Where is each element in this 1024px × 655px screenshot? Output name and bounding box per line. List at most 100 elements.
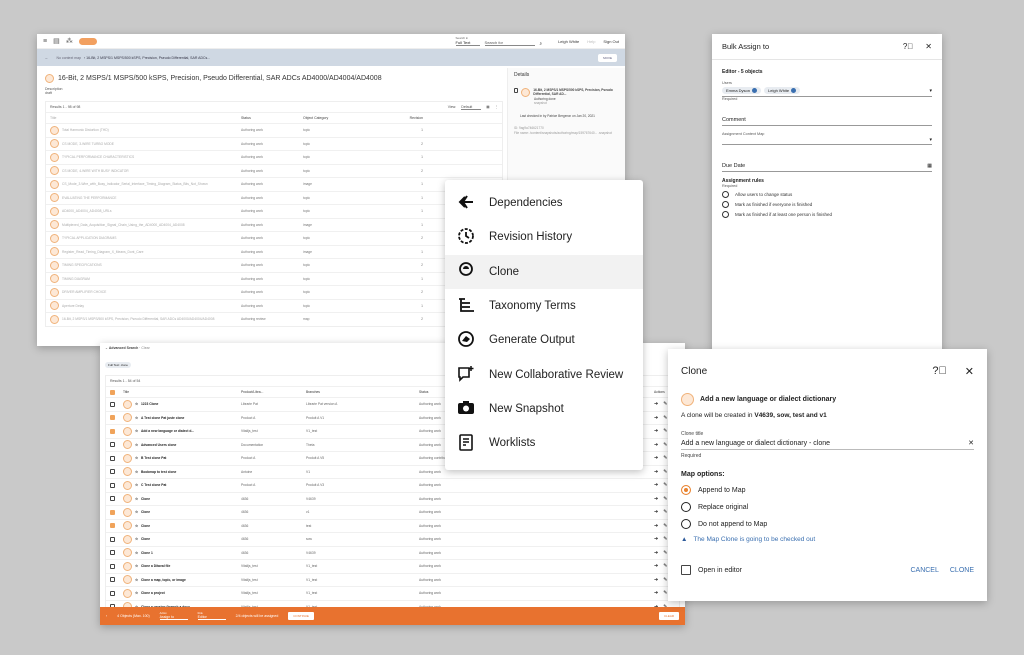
user-menu[interactable]: Leigh White bbox=[558, 39, 579, 44]
row-checkbox[interactable] bbox=[110, 550, 115, 556]
comment-field[interactable]: Comment bbox=[722, 115, 932, 126]
table-row[interactable]: ☆ Clone a project Vitalijs_test V1_test Auth… bbox=[106, 586, 679, 600]
row-title[interactable]: TYPICAL PERFORMANCE CHARACTERISTICS bbox=[46, 152, 241, 162]
row-title[interactable]: 16-Bit, 2 MSPS/1 MSPS/500 kSPS, Precisio… bbox=[46, 314, 241, 324]
row-checkbox[interactable] bbox=[110, 563, 115, 569]
row-title[interactable]: Aperture Delay bbox=[46, 301, 241, 311]
row-title[interactable]: ☆ Advanced Users clone bbox=[123, 440, 203, 450]
table-row[interactable]: Multiplexed_Data_Acquisition_Signal_Chai… bbox=[46, 217, 502, 232]
row-title[interactable]: CS_Mode_3-Wire_with_Busy_Indicator_Seria… bbox=[46, 179, 241, 189]
table-row[interactable]: CS MODE, 4-WIRE WITH BUSY INDICATOR Autho… bbox=[46, 163, 502, 178]
menu-item-generate-output[interactable]: Generate Output bbox=[445, 323, 643, 357]
arrow-icon[interactable]: ➜ bbox=[654, 455, 658, 461]
star-icon[interactable]: ☆ bbox=[135, 564, 138, 568]
table-row[interactable]: TYPICAL APPLICATION DIAGRAMS Authoring wo… bbox=[46, 231, 502, 245]
table-row[interactable]: EVALUATING THE PERFORMANCE Authoring work… bbox=[46, 190, 502, 205]
table-row[interactable]: ☆ Clone 1 4636 V4639 Authoring work ➜ ✎ bbox=[106, 545, 679, 560]
menu-item-dependencies[interactable]: Dependencies bbox=[445, 186, 643, 220]
star-icon[interactable]: ☆ bbox=[135, 591, 138, 595]
row-title[interactable]: ☆ C Test clone Pat bbox=[123, 480, 203, 490]
edit-icon[interactable]: ✎ bbox=[663, 523, 667, 529]
edit-icon[interactable]: ✎ bbox=[663, 442, 667, 448]
star-icon[interactable]: ☆ bbox=[135, 483, 138, 487]
row-title[interactable]: ☆ Add a new language or dialect d... bbox=[123, 426, 203, 436]
row-title[interactable]: ☆ 1223 Clone bbox=[123, 399, 203, 409]
col-title[interactable]: Title bbox=[46, 116, 241, 120]
search-icon[interactable]: ⌕ bbox=[540, 41, 543, 46]
role-select[interactable]: Editor bbox=[197, 615, 226, 620]
rule-option[interactable]: Allow users to change status bbox=[722, 191, 932, 198]
edit-icon[interactable]: ✎ bbox=[663, 536, 667, 542]
row-title[interactable]: ☆ B Test clone Pat bbox=[123, 453, 203, 463]
select-all-checkbox[interactable] bbox=[110, 389, 115, 395]
arrow-icon[interactable]: ➜ bbox=[654, 415, 658, 421]
menu-item-revision-history[interactable]: Revision History bbox=[445, 220, 643, 254]
table-row[interactable]: CS_Mode_3-Wire_with_Busy_Indicator_Seria… bbox=[46, 177, 502, 191]
row-title[interactable]: ☆ Clone a project bbox=[123, 588, 203, 598]
arrow-icon[interactable]: ➜ bbox=[654, 482, 658, 488]
remove-chip-icon[interactable] bbox=[791, 88, 797, 93]
edit-icon[interactable]: ✎ bbox=[663, 455, 667, 461]
row-title[interactable]: ☆ A Test clone Pat juste clone bbox=[123, 413, 203, 423]
row-checkbox[interactable] bbox=[110, 523, 115, 529]
edit-icon[interactable]: ✎ bbox=[663, 496, 667, 502]
columns-icon[interactable]: ▦ bbox=[486, 105, 489, 110]
radio-icon[interactable] bbox=[681, 485, 691, 495]
table-row[interactable]: ☆ Clone 4636 sow Authoring work ➜ ✎ bbox=[106, 532, 679, 546]
row-checkbox[interactable] bbox=[110, 482, 115, 488]
row-checkbox[interactable] bbox=[110, 590, 115, 596]
row-checkbox[interactable] bbox=[110, 496, 115, 502]
arrow-icon[interactable]: ➜ bbox=[654, 536, 658, 542]
arrow-icon[interactable]: ➜ bbox=[654, 428, 658, 434]
row-title[interactable]: DRIVER AMPLIFIER CHOICE bbox=[46, 287, 241, 297]
map-option[interactable]: Append to Map bbox=[681, 485, 974, 495]
row-title[interactable]: ☆ Clone a Ditaval file bbox=[123, 561, 203, 571]
help-link[interactable]: Help bbox=[587, 39, 595, 44]
row-checkbox[interactable] bbox=[110, 536, 115, 542]
table-row[interactable]: TIMING DIAGRAM Authoring work topic 1 bbox=[46, 271, 502, 286]
radio-icon[interactable] bbox=[722, 201, 729, 208]
arrow-icon[interactable]: ➜ bbox=[654, 469, 658, 475]
table-row[interactable]: ☆ Clone a Ditaval file Vitalijs_test V1_tes… bbox=[106, 559, 679, 573]
sign-out-link[interactable]: Sign Out bbox=[603, 39, 619, 44]
details-item-title[interactable]: 16-Bit, 2 MSPS/1 MSPS/500 kSPS, Precisio… bbox=[533, 88, 619, 97]
row-title[interactable]: ☆ Bookmap to test clone bbox=[123, 467, 203, 477]
star-icon[interactable]: ☆ bbox=[135, 402, 138, 406]
edit-icon[interactable]: ✎ bbox=[663, 415, 667, 421]
star-icon[interactable]: ☆ bbox=[135, 443, 138, 447]
arrow-icon[interactable]: ➜ bbox=[654, 509, 658, 515]
row-checkbox[interactable] bbox=[110, 415, 115, 421]
edit-icon[interactable]: ✎ bbox=[663, 482, 667, 488]
row-title[interactable]: ☆ Clone a map, topic, or image bbox=[123, 575, 203, 585]
table-row[interactable]: DRIVER AMPLIFIER CHOICE Authoring work top… bbox=[46, 285, 502, 299]
star-icon[interactable]: ☆ bbox=[135, 497, 138, 501]
user-chip[interactable]: Emma Dyson bbox=[722, 87, 762, 94]
col-title[interactable]: Title bbox=[123, 390, 203, 394]
document-icon[interactable]: ▤ bbox=[53, 37, 60, 45]
map-option[interactable]: Replace original bbox=[681, 502, 974, 512]
search-input[interactable]: Search for bbox=[484, 40, 535, 46]
col-status[interactable]: Status bbox=[241, 116, 303, 120]
open-in-editor-checkbox[interactable] bbox=[681, 565, 691, 575]
row-title[interactable]: Multiplexed_Data_Acquisition_Signal_Chai… bbox=[46, 220, 241, 230]
star-icon[interactable]: ☆ bbox=[135, 537, 138, 541]
clone-title-input[interactable]: Add a new language or dialect dictionary… bbox=[681, 437, 974, 450]
row-title[interactable]: ☆ Clone bbox=[123, 521, 203, 531]
row-title[interactable]: Total Harmonic Distortion (THD) bbox=[46, 125, 241, 135]
calendar-icon[interactable]: ▦ bbox=[927, 163, 932, 169]
details-checkbox[interactable] bbox=[514, 88, 519, 93]
radio-icon[interactable] bbox=[681, 502, 691, 512]
table-row[interactable]: Register_Read_Timing_Diagram_X_Means_Don… bbox=[46, 244, 502, 259]
col-branches[interactable]: Branches bbox=[306, 390, 416, 394]
row-title[interactable]: ☆ Clone bbox=[123, 494, 203, 504]
map-option[interactable]: Do not append to Map bbox=[681, 519, 974, 529]
menu-item-new-snapshot[interactable]: New Snapshot bbox=[445, 392, 643, 426]
star-icon[interactable]: ☆ bbox=[135, 470, 138, 474]
filter-chip[interactable]: Full Text: clone bbox=[105, 362, 131, 368]
rule-option[interactable]: Mark as finished if at least one person … bbox=[722, 211, 932, 218]
row-checkbox[interactable] bbox=[110, 455, 115, 461]
arrow-icon[interactable]: ➜ bbox=[654, 496, 658, 502]
users-icon[interactable]: ⁂ bbox=[66, 37, 73, 45]
menu-item-new-collaborative-review[interactable]: New Collaborative Review bbox=[445, 357, 643, 391]
move-button[interactable]: MOVE bbox=[598, 53, 617, 62]
